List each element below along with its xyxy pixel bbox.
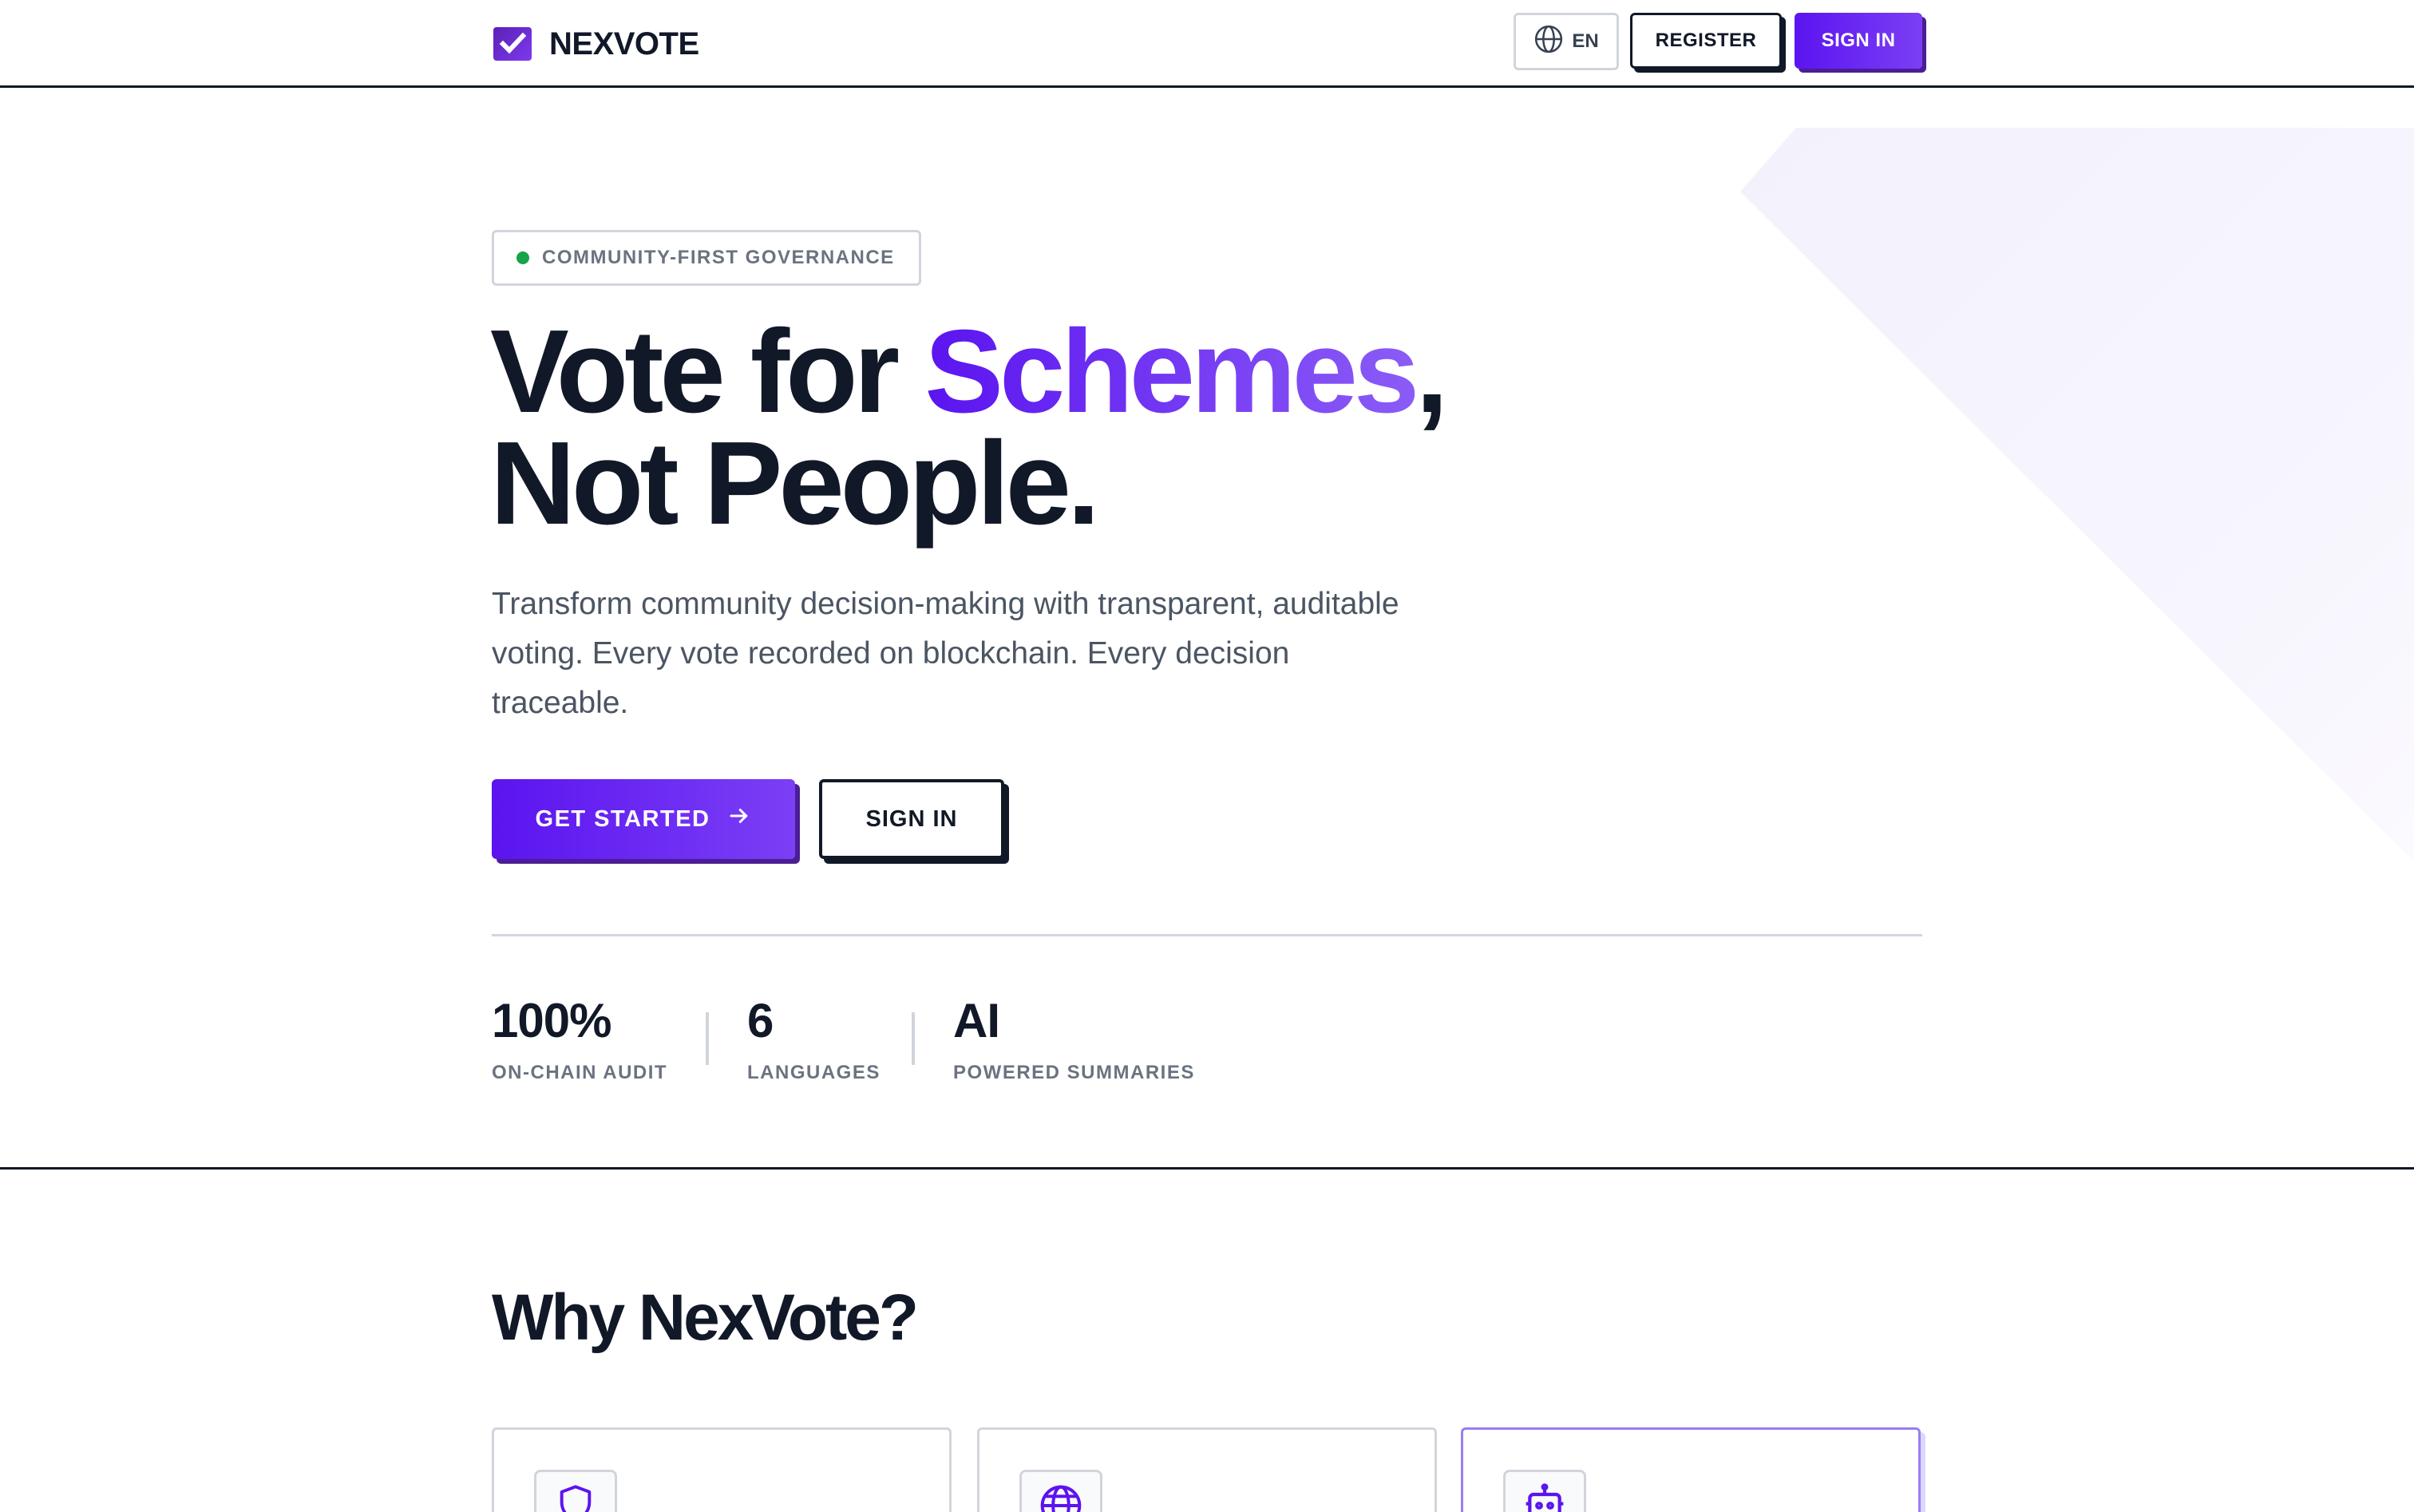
top-nav: NEXVOTE EN REGISTER SIGN IN — [0, 0, 2414, 88]
feature-card-languages[interactable] — [977, 1427, 1437, 1512]
stat-separator — [706, 1012, 709, 1065]
globe-icon — [1019, 1470, 1102, 1512]
headline-comma: , — [1415, 306, 1448, 437]
stat-label: ON-CHAIN AUDIT — [492, 1062, 668, 1083]
shield-icon — [534, 1470, 617, 1512]
stat-value: 100% — [492, 994, 611, 1047]
headline-line-2: Not People. — [490, 418, 1100, 549]
header-sign-in-button[interactable]: SIGN IN — [1795, 13, 1922, 69]
stat-label: LANGUAGES — [747, 1062, 881, 1083]
hero-headline: Vote for Schemes, Not People. — [490, 313, 1448, 543]
checkmark-logo-icon — [493, 27, 532, 61]
feature-card-ai[interactable] — [1461, 1427, 1921, 1512]
hero-divider — [492, 934, 1922, 936]
stat-ai: AI POWERED SUMMARIES — [953, 993, 1195, 1084]
landing-page: NEXVOTE EN REGISTER SIGN IN COMMUNITY-FI… — [0, 0, 2414, 1512]
status-dot — [516, 251, 529, 264]
language-selector[interactable]: EN — [1514, 13, 1619, 70]
brand-name: NEXVOTE — [549, 26, 699, 61]
stat-languages: 6 LANGUAGES — [747, 993, 881, 1084]
stat-separator — [912, 1012, 915, 1065]
get-started-button[interactable]: GET STARTED — [492, 779, 795, 859]
features-title: Why NexVote? — [492, 1281, 919, 1354]
globe-icon — [1533, 24, 1564, 60]
stat-label: POWERED SUMMARIES — [953, 1062, 1195, 1083]
background-decoration — [1740, 128, 2414, 862]
register-button[interactable]: REGISTER — [1630, 13, 1782, 69]
get-started-label: GET STARTED — [535, 805, 710, 832]
robot-icon — [1503, 1470, 1586, 1512]
language-label: EN — [1572, 30, 1599, 52]
section-divider — [0, 1167, 2414, 1170]
stat-value: 6 — [747, 994, 774, 1047]
badge-label: COMMUNITY-FIRST GOVERNANCE — [542, 247, 895, 268]
feature-card-security[interactable] — [492, 1427, 952, 1512]
stat-audit: 100% ON-CHAIN AUDIT — [492, 993, 667, 1084]
arrow-right-icon — [727, 804, 751, 834]
hero-sign-in-button[interactable]: SIGN IN — [819, 779, 1004, 859]
governance-badge: COMMUNITY-FIRST GOVERNANCE — [492, 230, 921, 286]
brand-logo[interactable]: NEXVOTE — [493, 26, 699, 62]
stat-value: AI — [953, 994, 1000, 1047]
hero-description: Transform community decision-making with… — [492, 587, 1399, 720]
